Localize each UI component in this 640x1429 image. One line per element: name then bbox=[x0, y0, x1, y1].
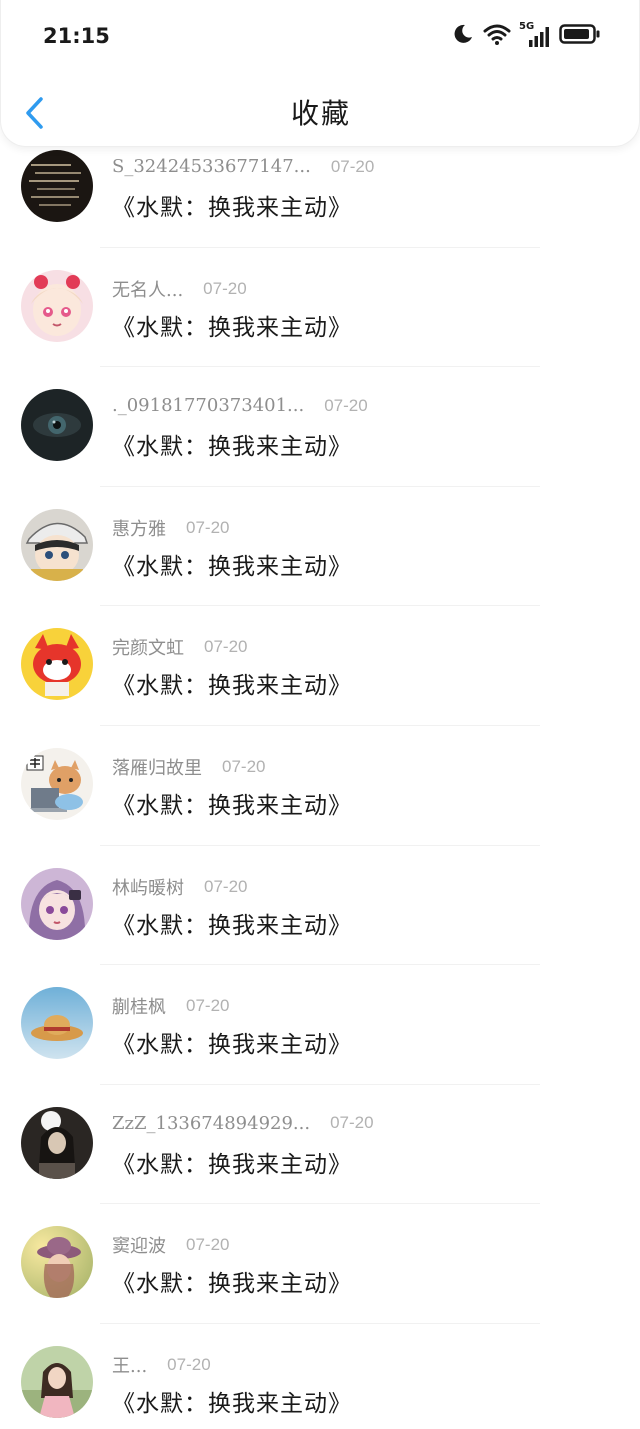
author-name: 蒯桂枫 bbox=[112, 997, 166, 1019]
avatar-image bbox=[21, 1226, 93, 1299]
author-name: 落雁归故里 bbox=[112, 757, 202, 779]
favorites-list: S_32424533677147... 07-20 《水默：换我来主动》 无名人… bbox=[0, 128, 640, 1429]
battery-icon bbox=[559, 23, 601, 49]
author-name: 窦迎波 bbox=[112, 1236, 166, 1258]
author-name: 王... bbox=[112, 1355, 148, 1377]
item-meta: 王... 07-20 bbox=[112, 1352, 211, 1378]
avatar-image bbox=[21, 269, 93, 342]
item-date: 07-20 bbox=[186, 1235, 230, 1255]
item-title: 《水默：换我来主动》 bbox=[112, 434, 352, 461]
favorite-item[interactable]: ZzZ_133674894929... 07-20 《水默：换我来主动》 bbox=[0, 1085, 640, 1205]
avatar[interactable] bbox=[21, 1106, 93, 1179]
favorite-item[interactable]: 完颜文虹 07-20 《水默：换我来主动》 bbox=[0, 606, 640, 726]
wifi-icon bbox=[483, 22, 511, 50]
item-title: 《水默：换我来主动》 bbox=[112, 792, 352, 819]
item-title: 《水默：换我来主动》 bbox=[112, 1271, 352, 1298]
avatar-image bbox=[21, 508, 93, 581]
status-time: 21:15 bbox=[43, 24, 110, 48]
avatar[interactable] bbox=[21, 269, 93, 342]
item-title: 《水默：换我来主动》 bbox=[112, 1032, 352, 1059]
item-date: 07-20 bbox=[330, 156, 375, 176]
author-name: 无名人... bbox=[112, 279, 184, 301]
item-date: 07-20 bbox=[204, 637, 248, 657]
favorite-item[interactable]: 窦迎波 07-20 《水默：换我来主动》 bbox=[0, 1204, 640, 1324]
item-title: 《水默：换我来主动》 bbox=[112, 673, 352, 700]
author-name: 林屿暖树 bbox=[112, 877, 184, 899]
favorite-item[interactable]: 落雁归故里 07-20 《水默：换我来主动》 bbox=[0, 726, 640, 846]
item-meta: ._09181770373401... 07-20 bbox=[112, 395, 368, 416]
item-title: 《水默：换我来主动》 bbox=[112, 314, 352, 341]
avatar-image bbox=[21, 150, 93, 222]
item-date: 07-20 bbox=[186, 517, 230, 537]
item-title: 《水默：换我来主动》 bbox=[112, 1390, 352, 1417]
status-icons: 5G bbox=[451, 21, 601, 50]
item-meta: S_32424533677147... 07-20 bbox=[112, 156, 374, 177]
avatar-image bbox=[21, 1345, 93, 1418]
item-meta: 惠方雅 07-20 bbox=[112, 515, 229, 541]
item-meta: 完颜文虹 07-20 bbox=[112, 634, 247, 660]
title-bar: 收藏 bbox=[1, 74, 640, 146]
favorite-item[interactable]: 无名人... 07-20 《水默：换我来主动》 bbox=[0, 248, 640, 368]
favorite-item[interactable]: 林屿暖树 07-20 《水默：换我来主动》 bbox=[0, 846, 640, 966]
item-meta: 落雁归故里 07-20 bbox=[112, 754, 265, 780]
avatar-image bbox=[21, 867, 93, 940]
author-name: 完颜文虹 bbox=[112, 638, 184, 660]
item-title: 《水默：换我来主动》 bbox=[112, 1151, 352, 1178]
author-name: S_32424533677147... bbox=[112, 156, 311, 177]
avatar[interactable] bbox=[21, 389, 93, 462]
item-title: 《水默：换我来主动》 bbox=[112, 553, 352, 580]
avatar[interactable] bbox=[21, 867, 93, 940]
avatar[interactable] bbox=[21, 150, 93, 222]
author-name: ZzZ_133674894929... bbox=[112, 1112, 311, 1134]
avatar-image bbox=[21, 389, 93, 462]
avatar[interactable] bbox=[21, 508, 93, 581]
avatar-image bbox=[21, 987, 93, 1060]
item-meta: 林屿暖树 07-20 bbox=[112, 874, 247, 900]
item-date: 07-20 bbox=[222, 756, 266, 776]
item-date: 07-20 bbox=[167, 1354, 211, 1374]
item-meta: 窦迎波 07-20 bbox=[112, 1232, 229, 1258]
item-date: 07-20 bbox=[330, 1113, 374, 1133]
page-title: 收藏 bbox=[290, 97, 351, 130]
item-meta: 无名人... 07-20 bbox=[112, 276, 247, 302]
avatar[interactable] bbox=[21, 1345, 93, 1418]
item-meta: 蒯桂枫 07-20 bbox=[112, 993, 229, 1019]
avatar[interactable] bbox=[21, 747, 93, 820]
avatar[interactable] bbox=[21, 628, 93, 701]
author-name: ._09181770373401... bbox=[112, 395, 305, 417]
favorites-screen: 21:15 5G 收藏 S_32424533677147... 07-20 《水… bbox=[0, 0, 640, 1429]
header: 21:15 5G 收藏 bbox=[0, 0, 640, 147]
author-name: 惠方雅 bbox=[112, 518, 166, 540]
avatar-image bbox=[21, 1106, 93, 1179]
favorite-item[interactable]: 惠方雅 07-20 《水默：换我来主动》 bbox=[0, 487, 640, 607]
avatar-image bbox=[21, 628, 93, 701]
moon-icon bbox=[451, 22, 475, 50]
item-date: 07-20 bbox=[203, 278, 247, 298]
item-date: 07-20 bbox=[324, 395, 368, 415]
item-title: 《水默：换我来主动》 bbox=[112, 912, 352, 939]
status-bar: 21:15 5G bbox=[1, 0, 640, 74]
item-title: 《水默：换我来主动》 bbox=[112, 195, 352, 221]
favorite-item[interactable]: 王... 07-20 《水默：换我来主动》 bbox=[0, 1324, 640, 1429]
avatar[interactable] bbox=[21, 987, 93, 1060]
item-meta: ZzZ_133674894929... 07-20 bbox=[112, 1113, 374, 1134]
avatar-image bbox=[21, 747, 93, 820]
avatar[interactable] bbox=[21, 1226, 93, 1299]
favorite-item[interactable]: 蒯桂枫 07-20 《水默：换我来主动》 bbox=[0, 965, 640, 1085]
cellular-signal-icon: 5G bbox=[519, 21, 551, 49]
item-date: 07-20 bbox=[204, 876, 248, 896]
favorite-item[interactable]: ._09181770373401... 07-20 《水默：换我来主动》 bbox=[0, 367, 640, 487]
item-date: 07-20 bbox=[186, 996, 230, 1016]
